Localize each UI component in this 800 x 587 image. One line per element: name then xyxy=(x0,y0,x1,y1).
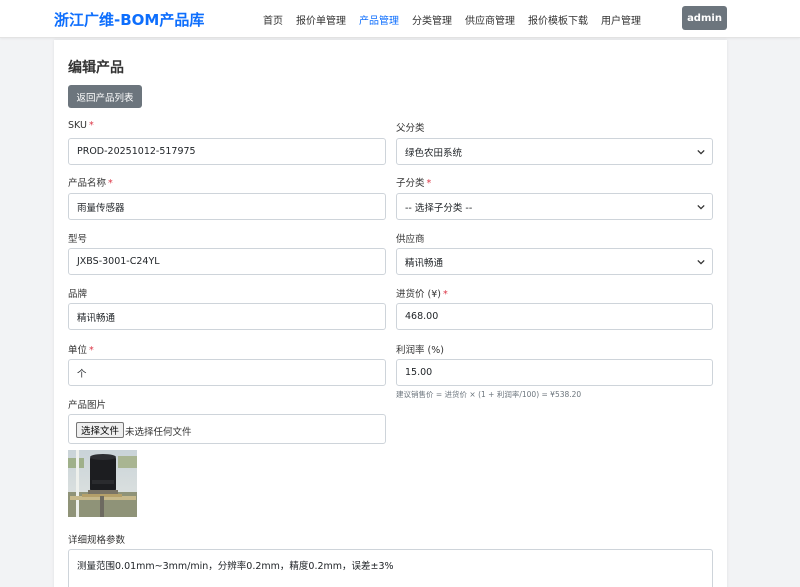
main-nav: 首页 报价单管理 产品管理 分类管理 供应商管理 报价模板下载 用户管理 xyxy=(263,12,641,27)
specs-label: 详细规格参数 xyxy=(68,535,126,546)
brand-input[interactable]: 精讯畅通 xyxy=(68,303,386,330)
parent-category-select[interactable]: 绿色农田系统 xyxy=(396,138,713,165)
back-to-list-button[interactable]: 返回产品列表 xyxy=(68,85,142,108)
profit-rate-input[interactable]: 15.00 xyxy=(396,359,713,386)
profit-rate-label: 利润率 (%) xyxy=(396,345,444,356)
parent-category-label: 父分类 xyxy=(396,123,425,134)
supplier-label: 供应商 xyxy=(396,234,425,245)
brand-label: 品牌 xyxy=(68,289,88,300)
nav-users[interactable]: 用户管理 xyxy=(601,12,641,27)
choose-file-button[interactable]: 选择文件 xyxy=(76,422,125,438)
unit-input[interactable]: 个 xyxy=(68,359,386,386)
top-navbar: 浙江广维-BOM产品库 首页 报价单管理 产品管理 分类管理 供应商管理 报价模… xyxy=(0,0,800,38)
sku-input[interactable]: PROD-20251012-517975 xyxy=(68,138,386,165)
product-image-thumbnail xyxy=(68,450,137,517)
parent-category-value: 绿色农田系统 xyxy=(405,147,463,159)
specs-textarea[interactable]: 测量范围0.01mm~3mm/min，分辨率0.2mm，精度0.2mm，误差±3… xyxy=(68,549,713,587)
product-name-label: 产品名称 * xyxy=(68,178,113,189)
chevron-down-icon xyxy=(697,204,705,210)
page-title: 编辑产品 xyxy=(68,60,124,76)
supplier-value: 精讯畅通 xyxy=(405,257,444,269)
sub-category-select[interactable]: -- 选择子分类 -- xyxy=(396,193,713,220)
purchase-price-label: 进货价 (¥) * xyxy=(396,289,448,300)
nav-categories[interactable]: 分类管理 xyxy=(412,12,452,27)
nav-suppliers[interactable]: 供应商管理 xyxy=(465,12,515,27)
sub-category-label: 子分类 * xyxy=(396,178,432,189)
user-menu-button[interactable]: admin xyxy=(682,6,727,30)
chevron-down-icon xyxy=(697,259,705,265)
nav-quotes[interactable]: 报价单管理 xyxy=(296,12,346,27)
sub-category-value: -- 选择子分类 -- xyxy=(405,202,473,214)
image-file-input[interactable]: 选择文件 未选择任何文件 xyxy=(68,414,386,444)
sku-label: SKU * xyxy=(68,120,94,131)
purchase-price-input[interactable]: 468.00 xyxy=(396,303,713,330)
product-image-label: 产品图片 xyxy=(68,400,107,411)
unit-label: 单位 * xyxy=(68,345,94,356)
nav-home[interactable]: 首页 xyxy=(263,12,283,27)
file-status: 未选择任何文件 xyxy=(125,427,192,438)
suggested-price-hint: 建议销售价 = 进货价 × (1 + 利润率/100) = ¥538.20 xyxy=(396,390,582,399)
nav-products[interactable]: 产品管理 xyxy=(359,12,399,27)
model-label: 型号 xyxy=(68,234,88,245)
product-name-input[interactable]: 雨量传感器 xyxy=(68,193,386,220)
supplier-select[interactable]: 精讯畅通 xyxy=(396,248,713,275)
brand-logo[interactable]: 浙江广维-BOM产品库 xyxy=(54,9,204,30)
model-input[interactable]: JXBS-3001-C24YL xyxy=(68,248,386,275)
chevron-down-icon xyxy=(697,149,705,155)
nav-template-download[interactable]: 报价模板下载 xyxy=(528,12,588,27)
